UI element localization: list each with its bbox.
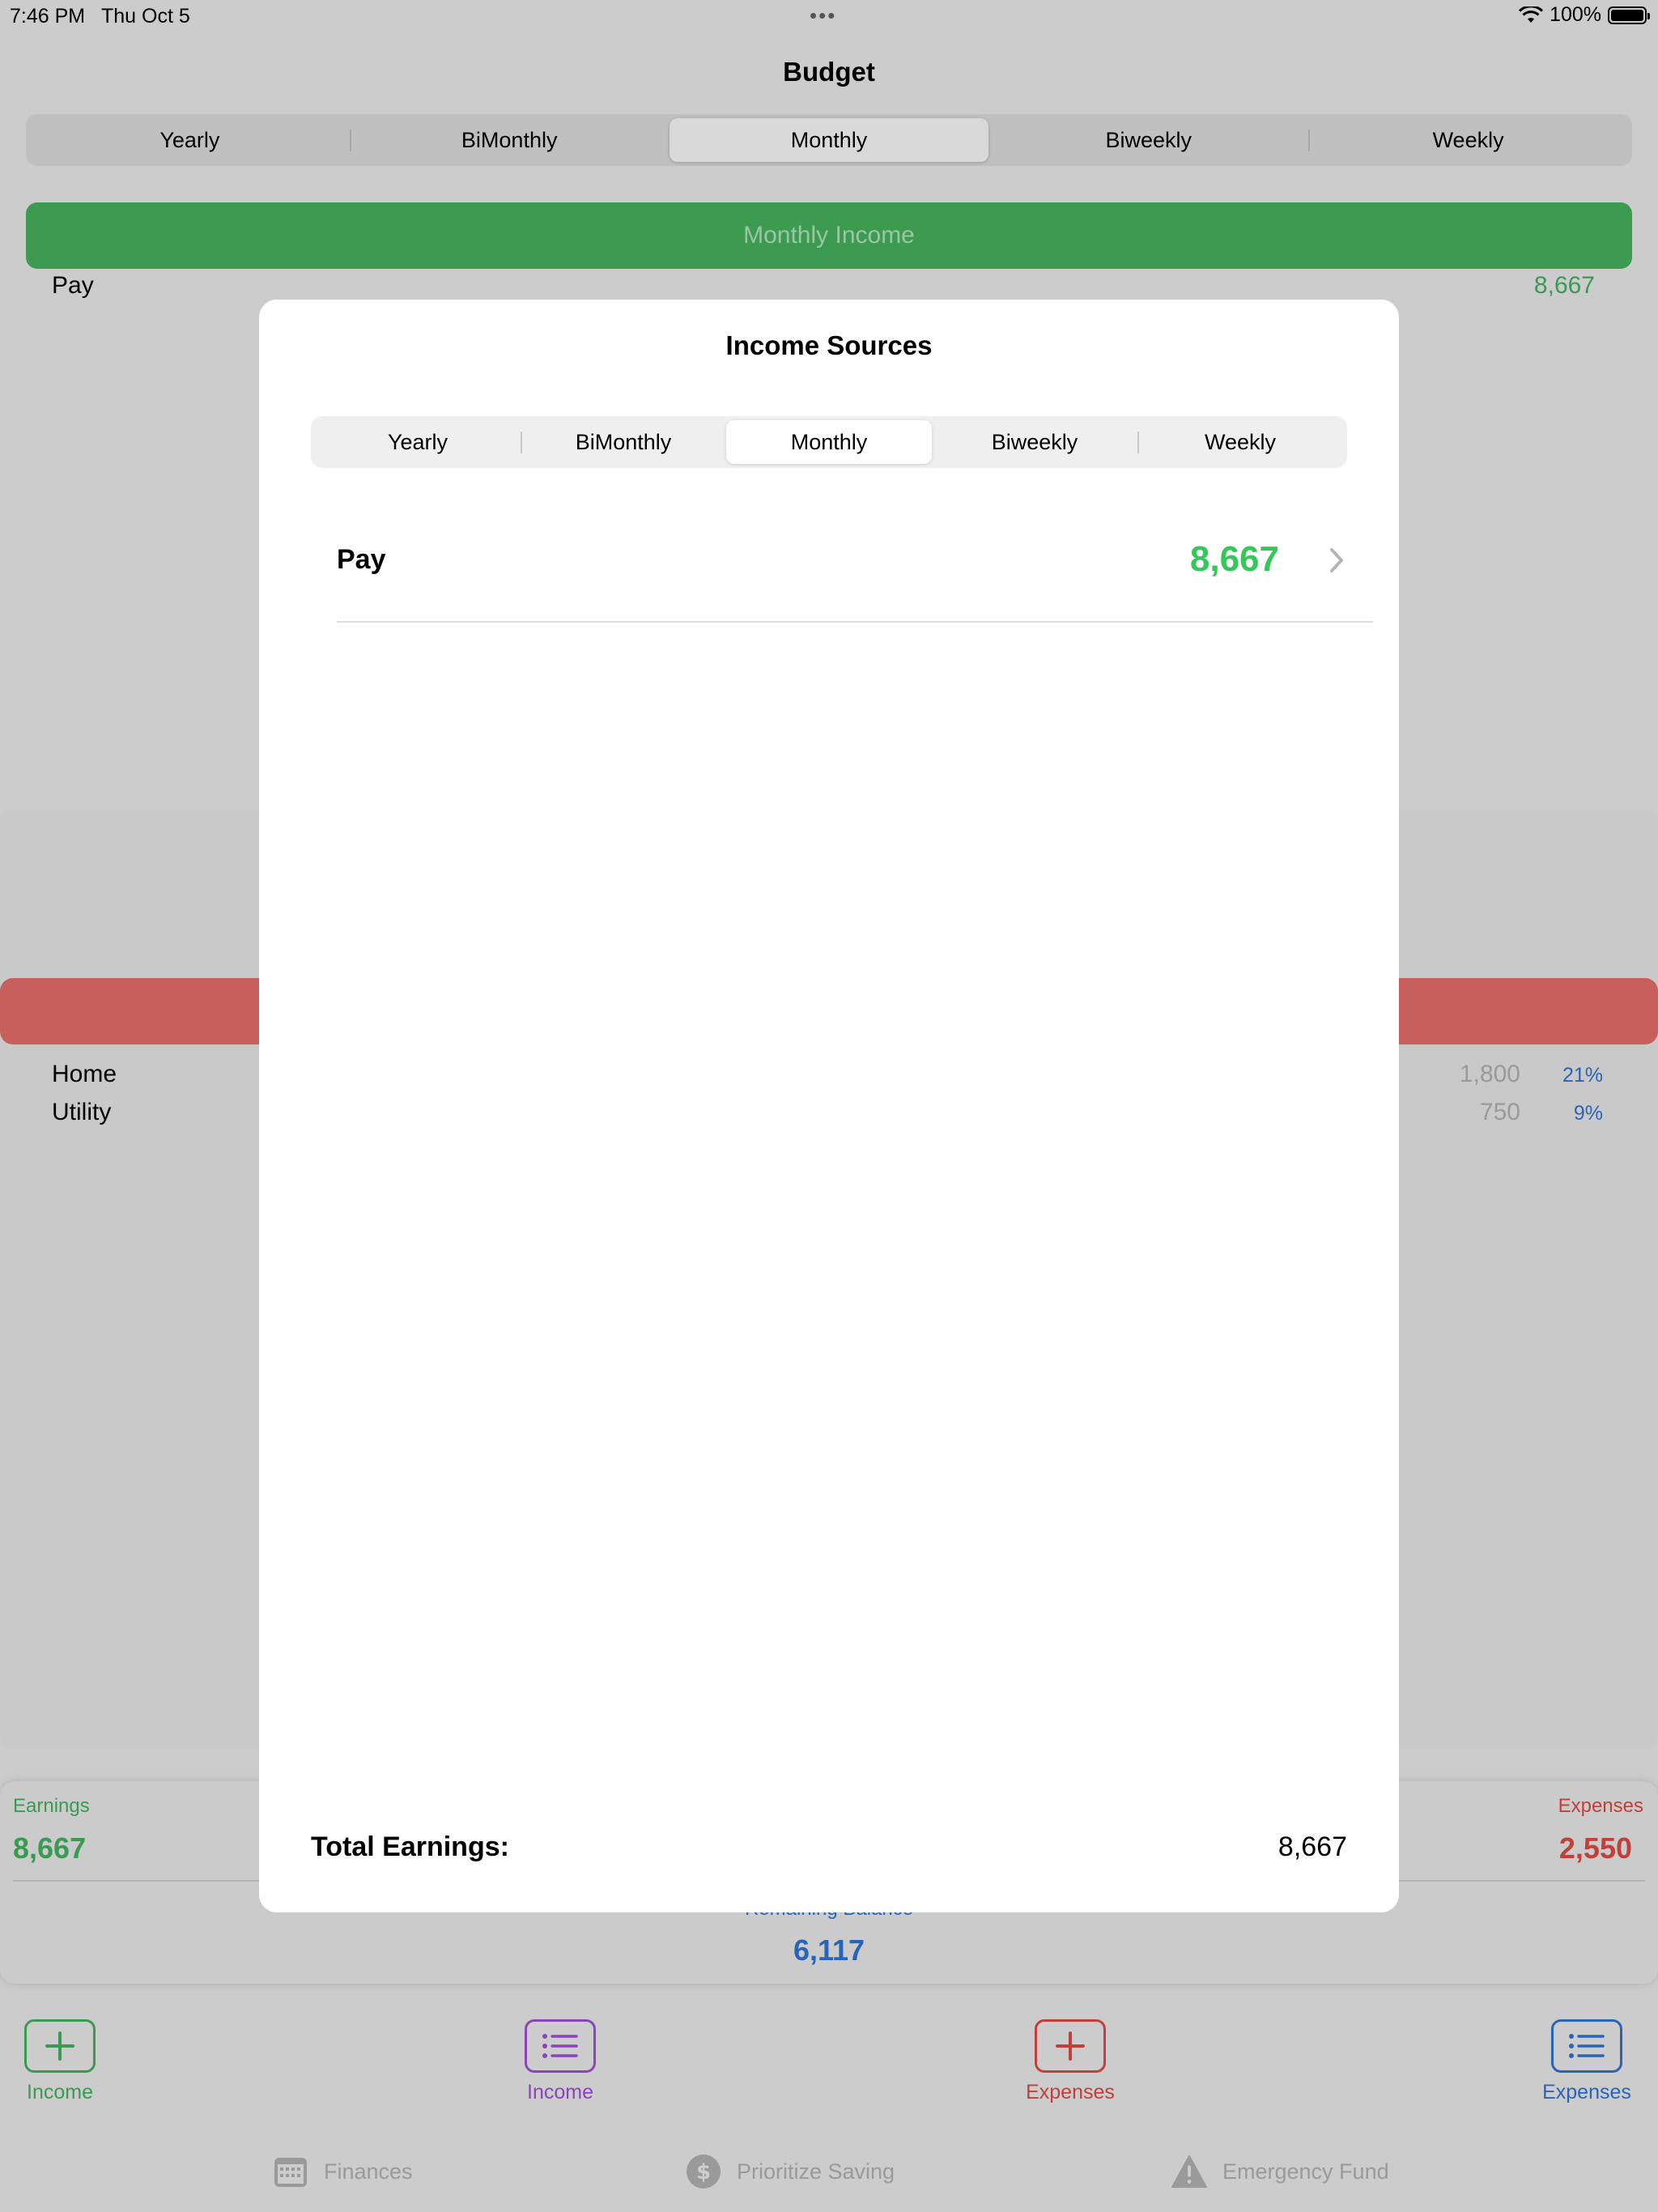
dollar-circle-icon: $: [685, 2154, 722, 2189]
tab-prioritize-saving-label: Prioritize Saving: [737, 2159, 895, 2184]
status-bar: 7:46 PM Thu Oct 5 ••• 100%: [0, 0, 1658, 32]
tab-yearly[interactable]: Yearly: [30, 118, 350, 162]
total-earnings-label: Total Earnings:: [311, 1831, 509, 1862]
tab-emergency-fund-label: Emergency Fund: [1222, 2159, 1389, 2184]
status-time: 7:46 PM: [10, 5, 86, 28]
add-expense-button[interactable]: Expenses: [1005, 2019, 1135, 2104]
income-list-button[interactable]: Income: [495, 2019, 625, 2104]
battery-icon: [1608, 6, 1650, 24]
income-sources-sheet: Income Sources Yearly BiMonthly Monthly …: [259, 300, 1399, 1912]
income-banner: Monthly Income: [26, 202, 1632, 269]
sheet-tab-monthly[interactable]: Monthly: [726, 420, 932, 464]
expenses-list-button[interactable]: Expenses: [1522, 2019, 1652, 2104]
tab-bimonthly[interactable]: BiMonthly: [349, 118, 670, 162]
multitasking-dots-icon[interactable]: •••: [810, 3, 836, 28]
total-earnings-value: 8,667: [1278, 1831, 1347, 1862]
plus-icon: [45, 2031, 74, 2061]
period-segmented-control[interactable]: Yearly BiMonthly Monthly Biweekly Weekly: [26, 114, 1632, 166]
income-item-value: 8,667: [1533, 272, 1595, 299]
sheet-tab-weekly[interactable]: Weekly: [1137, 420, 1343, 464]
expense-item-label[interactable]: Home: [52, 1061, 117, 1088]
income-source-value: 8,667: [1189, 539, 1279, 579]
sheet-tab-yearly[interactable]: Yearly: [315, 420, 521, 464]
earnings-value: 8,667: [13, 1831, 87, 1865]
expense-item-value: 750: [1479, 1099, 1520, 1125]
expense-item-value: 1,800: [1459, 1061, 1520, 1087]
warning-triangle-icon: [1171, 2154, 1208, 2189]
expense-item-percent: 21%: [1562, 1064, 1603, 1087]
expenses-list-label: Expenses: [1542, 2081, 1631, 2104]
earnings-label: Earnings: [13, 1795, 90, 1817]
tab-biweekly[interactable]: Biweekly: [988, 118, 1308, 162]
expenses-label: Expenses: [1558, 1795, 1643, 1817]
row-divider: [337, 621, 1373, 623]
sheet-period-segmented-control[interactable]: Yearly BiMonthly Monthly Biweekly Weekly: [311, 416, 1347, 468]
status-date: Thu Oct 5: [101, 5, 190, 28]
expense-item-percent: 9%: [1573, 1102, 1603, 1125]
expense-item-label[interactable]: Utility: [52, 1099, 111, 1126]
income-item-label[interactable]: Pay: [52, 272, 94, 300]
list-icon: [542, 2034, 578, 2058]
expenses-value: 2,550: [1558, 1831, 1632, 1865]
wifi-icon: [1519, 6, 1544, 23]
tab-finances-label: Finances: [324, 2159, 413, 2184]
calendar-icon: [272, 2154, 309, 2189]
chevron-right-icon: [1330, 548, 1343, 572]
income-list-label: Income: [527, 2081, 593, 2104]
svg-text:$: $: [696, 2160, 711, 2184]
income-source-row[interactable]: Pay 8,667: [337, 510, 1373, 623]
sheet-tab-bimonthly[interactable]: BiMonthly: [521, 420, 726, 464]
status-indicators: 100%: [1519, 3, 1650, 27]
page-title: Budget: [783, 57, 875, 87]
tab-emergency-fund[interactable]: Emergency Fund: [1171, 2154, 1389, 2189]
plus-icon: [1056, 2031, 1085, 2061]
tab-finances[interactable]: Finances: [272, 2154, 413, 2189]
add-expense-label: Expenses: [1026, 2081, 1115, 2104]
sheet-tab-biweekly[interactable]: Biweekly: [932, 420, 1137, 464]
tab-prioritize-saving[interactable]: $ Prioritize Saving: [685, 2154, 895, 2189]
tab-weekly[interactable]: Weekly: [1308, 118, 1628, 162]
sheet-title: Income Sources: [725, 330, 933, 360]
list-icon: [1569, 2034, 1605, 2058]
add-income-button[interactable]: Income: [0, 2019, 125, 2104]
tab-monthly[interactable]: Monthly: [669, 118, 989, 162]
remaining-balance-value: 6,117: [793, 1933, 865, 1967]
battery-percent: 100%: [1550, 3, 1601, 26]
add-income-label: Income: [27, 2081, 93, 2104]
income-source-label: Pay: [337, 544, 386, 575]
